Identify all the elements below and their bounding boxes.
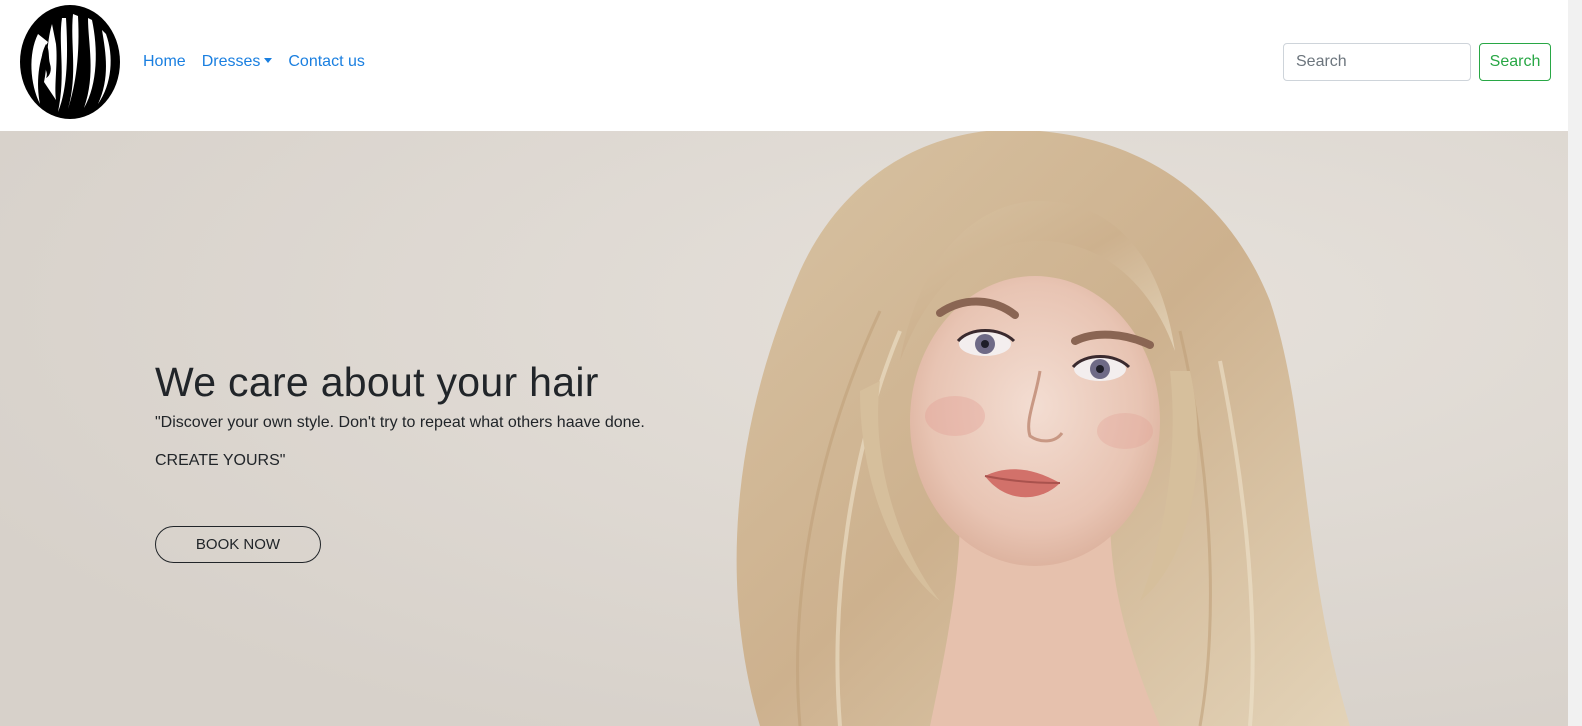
search-button[interactable]: Search	[1479, 43, 1551, 81]
hair-logo-icon[interactable]	[18, 4, 122, 120]
nav-dresses-dropdown[interactable]: Dresses	[202, 50, 273, 74]
nav-contact-link[interactable]: Contact us	[288, 50, 364, 74]
hero-quote-line1: "Discover your own style. Don't try to r…	[155, 414, 645, 431]
hero-title: We care about your hair	[155, 359, 599, 405]
nav-dresses-label: Dresses	[201, 53, 261, 70]
nav-links: Home Dresses Contact us	[143, 50, 381, 74]
caret-down-icon	[264, 57, 273, 63]
book-now-button[interactable]: BOOK NOW	[155, 526, 321, 563]
search-form: Search	[1283, 43, 1551, 81]
search-input[interactable]	[1283, 43, 1471, 81]
page-scrollbar[interactable]	[1568, 0, 1582, 726]
nav-home-link[interactable]: Home	[143, 50, 186, 74]
navbar: Home Dresses Contact us Search	[0, 0, 1568, 131]
hero-quote-line2: CREATE YOURS"	[155, 452, 286, 469]
hero-banner: We care about your hair "Discover your o…	[0, 131, 1568, 726]
